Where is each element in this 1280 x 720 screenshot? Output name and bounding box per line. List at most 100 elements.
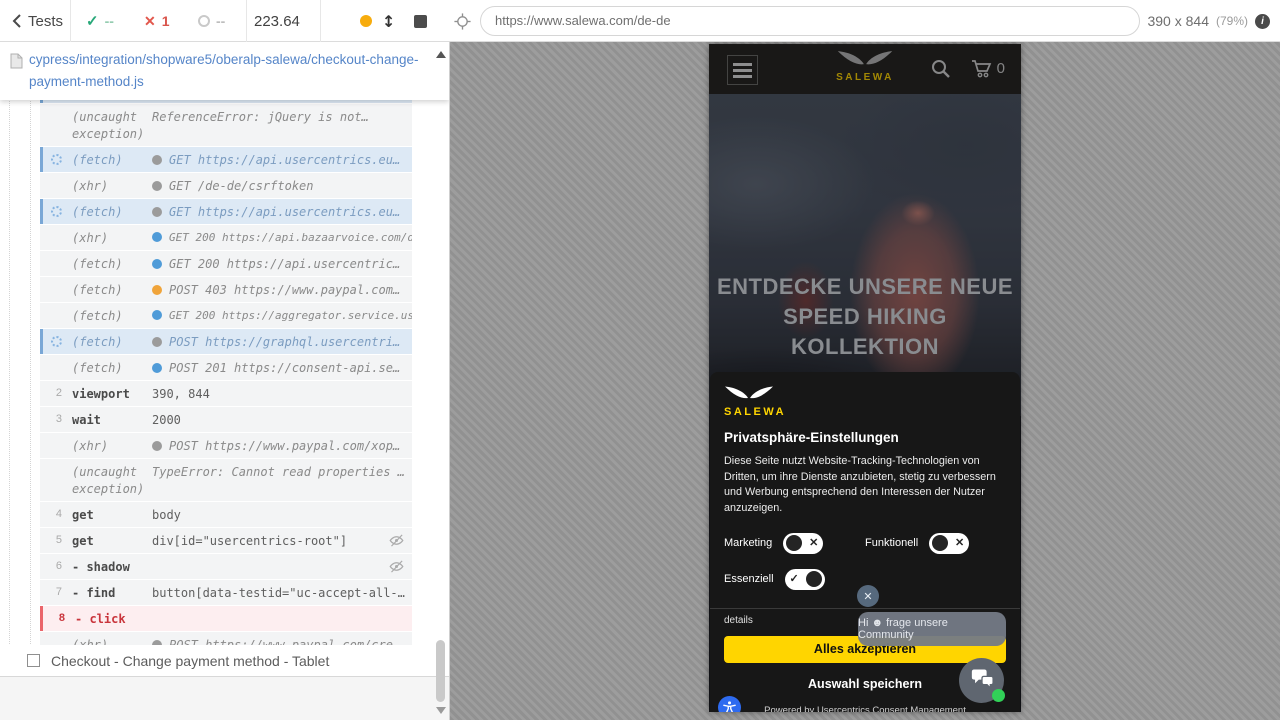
url-input[interactable]: https://www.salewa.com/de-de — [480, 6, 1140, 36]
pending-count: -- — [216, 13, 225, 29]
log-row[interactable]: (xhr)POST https://www.paypal.com/xop… — [40, 433, 412, 458]
command-name: (fetch) — [72, 204, 152, 221]
scroll-down-arrow[interactable] — [436, 707, 446, 714]
chat-launcher-button[interactable] — [959, 658, 1004, 703]
consent-toggle-marketing[interactable]: Marketing ✕ — [724, 533, 865, 554]
online-status-dot — [992, 689, 1005, 702]
log-row-gutter — [43, 334, 66, 347]
scroll-up-arrow[interactable] — [436, 51, 446, 58]
command-detail: button[data-testid="uc-accept-all-… — [152, 585, 412, 601]
toggle-knob — [786, 535, 802, 551]
details-link[interactable]: details — [724, 615, 753, 626]
command-name: (fetch) — [72, 360, 152, 377]
app-runway: SALEWA 0 ENTDECKE UNSERE NEUE SPEED HIKI… — [450, 42, 1280, 720]
log-row[interactable]: 2viewport390, 844 — [40, 381, 412, 406]
toggle-switch[interactable]: ✕ — [929, 533, 969, 554]
log-row[interactable]: (uncaught exception)TypeError: Cannot re… — [40, 459, 412, 501]
teaser-close-button[interactable]: ✕ — [857, 585, 879, 607]
check-icon: ✓ — [788, 574, 801, 585]
divider — [710, 608, 1020, 609]
consent-toggle-essenziell[interactable]: Essenziell ✓ — [724, 569, 865, 590]
stop-run-button[interactable] — [414, 0, 427, 42]
brand-name: SALEWA — [724, 406, 782, 418]
log-row[interactable]: (uncaught exception)ReferenceError: jQue… — [40, 104, 412, 146]
chat-teaser-bubble[interactable]: Hi ☻ frage unsere Community — [858, 612, 1006, 646]
chat-teaser-text: Hi ☻ frage unsere Community — [858, 617, 1006, 641]
toggle-switch[interactable]: ✕ — [783, 533, 823, 554]
eye-slash-icon — [389, 559, 404, 574]
log-row[interactable]: (xhr)GET 200 https://api.bazaarvoice.com… — [40, 225, 412, 250]
log-row[interactable]: 5getdiv[id="usercentrics-root"] — [40, 528, 412, 553]
divider — [70, 0, 71, 42]
status-dot — [152, 259, 162, 269]
log-row-gutter — [43, 152, 66, 165]
toggle-label: Essenziell — [724, 573, 774, 585]
reporter-footer-area — [0, 677, 449, 720]
command-name: (fetch) — [72, 152, 152, 169]
top-bar: Tests ✓ -- ✕ 1 -- 223.64 ↕ https://www.s… — [0, 0, 1280, 42]
status-dot — [152, 441, 162, 451]
command-detail: ReferenceError: jQuery is not… — [152, 109, 412, 125]
log-row-gutter — [40, 230, 66, 231]
scrollbar-thumb[interactable] — [436, 640, 445, 702]
log-row[interactable]: 4 getbody — [40, 502, 412, 527]
toggle-knob — [806, 571, 822, 587]
log-row[interactable]: (xhr)GET /de-de/csrftoken — [40, 173, 412, 198]
command-name: get — [72, 507, 152, 524]
back-to-tests-button[interactable]: Tests — [12, 0, 63, 42]
consent-title: Privatsphäre-Einstellungen — [724, 430, 1006, 445]
log-row-gutter: 4 — [40, 507, 66, 520]
log-row-gutter — [40, 256, 66, 257]
toggle-label: Marketing — [724, 537, 772, 549]
toggle-switch[interactable]: ✓ — [785, 569, 825, 590]
spec-header: cypress/integration/shopware5/oberalp-sa… — [0, 42, 449, 100]
check-icon: ✓ — [86, 12, 99, 30]
info-icon[interactable]: i — [1255, 14, 1270, 29]
accessibility-button[interactable] — [718, 696, 741, 712]
command-name: (fetch) — [72, 308, 152, 325]
log-row[interactable]: 7- findbutton[data-testid="uc-accept-all… — [40, 580, 412, 605]
command-detail: GET 200 https://api.usercentric… — [152, 256, 412, 272]
close-icon: ✕ — [863, 590, 872, 603]
pending-circle-icon — [198, 15, 210, 27]
log-row[interactable]: (fetch)POST https://graphql.usercentri… — [40, 329, 412, 354]
command-log: (fetch)POST https://graphql.usercentri…(… — [0, 88, 449, 654]
suite-checkbox[interactable] — [27, 654, 40, 667]
divider — [246, 0, 247, 42]
auto-scroll-toggle[interactable]: ↕ — [382, 0, 395, 42]
command-detail: body — [152, 507, 412, 523]
command-name: (fetch) — [72, 256, 152, 273]
command-detail: POST 201 https://consent-api.se… — [152, 360, 412, 376]
reporter-scrollbar — [435, 42, 447, 720]
log-row[interactable]: (fetch)POST 201 https://consent-api.se… — [40, 355, 412, 380]
suite-footer: Checkout - Change payment method - Table… — [0, 645, 449, 677]
consent-brand-logo: SALEWA — [724, 385, 1006, 418]
log-row[interactable]: (fetch)GET 200 https://aggregator.servic… — [40, 303, 412, 328]
selector-playground-button[interactable] — [454, 0, 471, 42]
spec-file-link[interactable]: cypress/integration/shopware5/oberalp-sa… — [29, 49, 418, 100]
command-name: (fetch) — [72, 282, 152, 299]
log-row[interactable]: (fetch)POST 403 https://www.paypal.com… — [40, 277, 412, 302]
status-dot — [152, 337, 162, 347]
log-row[interactable]: (fetch)GET https://api.usercentrics.eu… — [40, 199, 412, 224]
log-row[interactable]: 6- shadow — [40, 554, 412, 579]
consent-toggle-funktionell[interactable]: Funktionell✕ — [865, 533, 1006, 554]
log-row[interactable]: 3wait2000 — [40, 407, 412, 432]
log-row[interactable]: (fetch)GET 200 https://api.usercentric… — [40, 251, 412, 276]
command-name: wait — [72, 412, 152, 429]
passed-stat: ✓ -- — [86, 0, 114, 42]
log-row[interactable]: 8- click — [40, 606, 412, 631]
log-row[interactable]: (fetch)GET https://api.usercentrics.eu… — [40, 147, 412, 172]
command-detail: POST https://graphql.usercentri… — [152, 334, 412, 350]
suite-title: Checkout - Change payment method - Table… — [51, 653, 329, 669]
passed-count: -- — [105, 13, 114, 29]
log-row-gutter: 8 — [43, 611, 69, 624]
log-row-gutter — [40, 109, 66, 110]
reporter-panel: (fetch)POST https://graphql.usercentri…(… — [0, 42, 450, 720]
command-name: (xhr) — [72, 230, 152, 247]
crosshair-icon — [454, 13, 471, 30]
command-name: viewport — [72, 386, 152, 403]
consent-description: Diese Seite nutzt Website-Tracking-Techn… — [724, 454, 1006, 517]
failed-count: 1 — [162, 13, 170, 29]
x-icon: ✕ — [144, 13, 156, 30]
